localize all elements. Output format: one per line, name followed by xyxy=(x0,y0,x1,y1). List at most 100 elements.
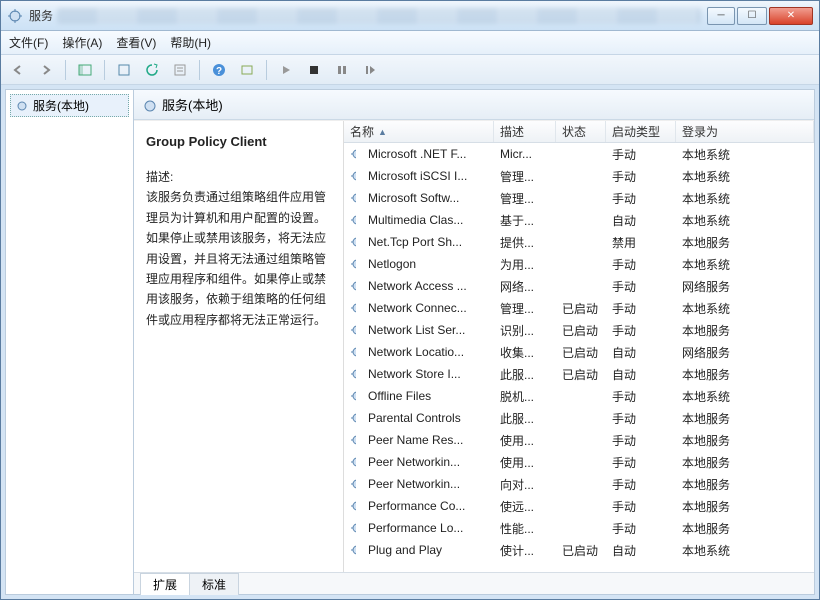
back-button[interactable] xyxy=(7,59,29,81)
start-service-button[interactable] xyxy=(275,59,297,81)
svg-text:?: ? xyxy=(216,66,222,77)
column-status[interactable]: 状态 xyxy=(556,121,606,142)
cell-startup: 手动 xyxy=(606,520,676,537)
service-row[interactable]: Netlogon为用...手动本地系统 xyxy=(344,253,814,275)
service-row[interactable]: Peer Name Res...使用...手动本地服务 xyxy=(344,429,814,451)
column-description[interactable]: 描述 xyxy=(494,121,556,142)
titlebar[interactable]: 服务 ─ ☐ ✕ xyxy=(1,1,819,31)
tree-root-item[interactable]: 服务(本地) xyxy=(10,94,129,117)
services-icon xyxy=(7,8,23,24)
refresh-button[interactable] xyxy=(141,59,163,81)
menu-action[interactable]: 操作(A) xyxy=(62,34,102,51)
help-button[interactable]: ? xyxy=(208,59,230,81)
service-row[interactable]: Network Locatio...收集...已启动自动网络服务 xyxy=(344,341,814,363)
properties-button[interactable] xyxy=(169,59,191,81)
show-hide-tree-button[interactable] xyxy=(74,59,96,81)
cell-logon: 本地系统 xyxy=(676,388,814,405)
service-row[interactable]: Peer Networkin...向对...手动本地服务 xyxy=(344,473,814,495)
menu-file[interactable]: 文件(F) xyxy=(9,34,48,51)
column-startup[interactable]: 启动类型 xyxy=(606,121,676,142)
toolbar-separator xyxy=(199,60,200,80)
cell-name: Network Locatio... xyxy=(362,345,494,359)
column-name[interactable]: 名称▲ xyxy=(344,121,494,142)
cell-logon: 本地系统 xyxy=(676,212,814,229)
service-icon xyxy=(344,213,362,227)
service-row[interactable]: Parental Controls此服...手动本地服务 xyxy=(344,407,814,429)
service-icon xyxy=(344,345,362,359)
minimize-button[interactable]: ─ xyxy=(707,7,735,25)
cell-name: Network List Ser... xyxy=(362,323,494,337)
cell-desc: 提供... xyxy=(494,234,556,251)
service-row[interactable]: Network List Ser...识别...已启动手动本地服务 xyxy=(344,319,814,341)
cell-logon: 本地系统 xyxy=(676,168,814,185)
service-row[interactable]: Performance Co...使远...手动本地服务 xyxy=(344,495,814,517)
restart-service-button[interactable] xyxy=(359,59,381,81)
window-title: 服务 xyxy=(29,7,53,24)
cell-logon: 本地服务 xyxy=(676,410,814,427)
service-row[interactable]: Performance Lo...性能...手动本地服务 xyxy=(344,517,814,539)
service-row[interactable]: Microsoft .NET F...Micr...手动本地系统 xyxy=(344,143,814,165)
cell-status: 已启动 xyxy=(556,344,606,361)
cell-name: Peer Networkin... xyxy=(362,477,494,491)
pause-service-button[interactable] xyxy=(331,59,353,81)
cell-name: Performance Lo... xyxy=(362,521,494,535)
cell-name: Peer Networkin... xyxy=(362,455,494,469)
service-row[interactable]: Peer Networkin...使用...手动本地服务 xyxy=(344,451,814,473)
cell-startup: 自动 xyxy=(606,212,676,229)
forward-button[interactable] xyxy=(35,59,57,81)
cell-startup: 手动 xyxy=(606,388,676,405)
cell-logon: 本地服务 xyxy=(676,234,814,251)
cell-startup: 手动 xyxy=(606,146,676,163)
service-row[interactable]: Net.Tcp Port Sh...提供...禁用本地服务 xyxy=(344,231,814,253)
tab-extended[interactable]: 扩展 xyxy=(140,573,190,595)
service-row[interactable]: Microsoft Softw...管理...手动本地系统 xyxy=(344,187,814,209)
column-logon[interactable]: 登录为 xyxy=(676,121,814,142)
cell-status: 已启动 xyxy=(556,542,606,559)
service-row[interactable]: Network Access ...网络...手动网络服务 xyxy=(344,275,814,297)
tab-standard[interactable]: 标准 xyxy=(189,573,239,595)
cell-desc: 使用... xyxy=(494,432,556,449)
toolbar-button[interactable] xyxy=(236,59,258,81)
cell-name: Performance Co... xyxy=(362,499,494,513)
cell-startup: 手动 xyxy=(606,256,676,273)
service-icon xyxy=(344,521,362,535)
cell-logon: 本地系统 xyxy=(676,300,814,317)
description-text: 该服务负责通过组策略组件应用管理员为计算机和用户配置的设置。如果停止或禁用该服务… xyxy=(146,187,331,330)
service-icon xyxy=(344,147,362,161)
cell-logon: 本地系统 xyxy=(676,256,814,273)
cell-status: 已启动 xyxy=(556,322,606,339)
cell-startup: 自动 xyxy=(606,366,676,383)
cell-status: 已启动 xyxy=(556,300,606,317)
service-row[interactable]: Microsoft iSCSI I...管理...手动本地系统 xyxy=(344,165,814,187)
cell-desc: Micr... xyxy=(494,147,556,161)
service-icon xyxy=(344,169,362,183)
service-icon xyxy=(344,323,362,337)
cell-startup: 自动 xyxy=(606,542,676,559)
service-row[interactable]: Network Connec...管理...已启动手动本地系统 xyxy=(344,297,814,319)
cell-name: Network Store I... xyxy=(362,367,494,381)
cell-desc: 网络... xyxy=(494,278,556,295)
service-icon xyxy=(344,301,362,315)
cell-name: Plug and Play xyxy=(362,543,494,557)
export-button[interactable] xyxy=(113,59,135,81)
description-label: 描述: xyxy=(146,167,331,187)
toolbar-separator xyxy=(266,60,267,80)
cell-startup: 自动 xyxy=(606,344,676,361)
service-row[interactable]: Multimedia Clas...基于...自动本地系统 xyxy=(344,209,814,231)
column-headers: 名称▲ 描述 状态 启动类型 登录为 xyxy=(344,121,814,143)
service-row[interactable]: Plug and Play使计...已启动自动本地系统 xyxy=(344,539,814,561)
cell-desc: 此服... xyxy=(494,410,556,427)
cell-logon: 本地服务 xyxy=(676,432,814,449)
cell-name: Peer Name Res... xyxy=(362,433,494,447)
service-rows[interactable]: Microsoft .NET F...Micr...手动本地系统Microsof… xyxy=(344,143,814,572)
menu-view[interactable]: 查看(V) xyxy=(116,34,156,51)
service-row[interactable]: Offline Files脱机...手动本地系统 xyxy=(344,385,814,407)
menu-help[interactable]: 帮助(H) xyxy=(170,34,211,51)
maximize-button[interactable]: ☐ xyxy=(737,7,767,25)
services-window: 服务 ─ ☐ ✕ 文件(F) 操作(A) 查看(V) 帮助(H) ? xyxy=(0,0,820,600)
close-button[interactable]: ✕ xyxy=(769,7,813,25)
service-icon xyxy=(344,279,362,293)
stop-service-button[interactable] xyxy=(303,59,325,81)
service-row[interactable]: Network Store I...此服...已启动自动本地服务 xyxy=(344,363,814,385)
client-area: 服务(本地) 服务(本地) Group Policy Client 描述: 该服… xyxy=(5,89,815,595)
